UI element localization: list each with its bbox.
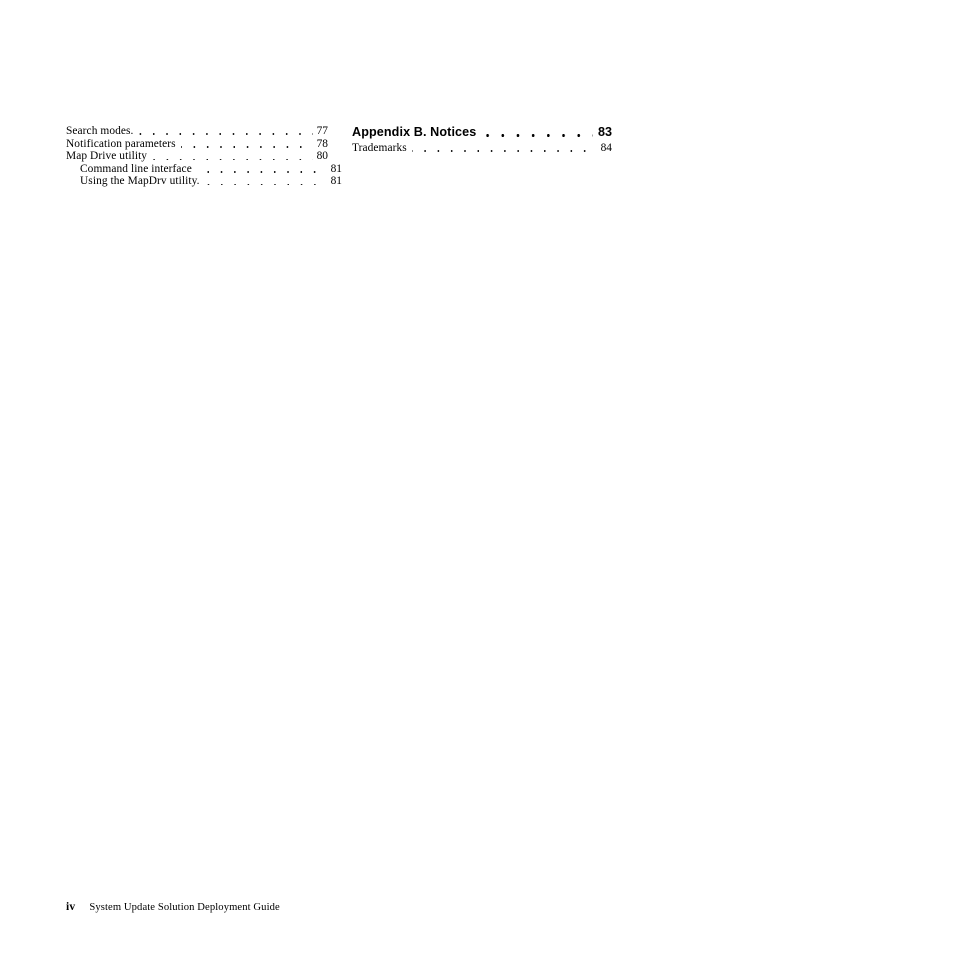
toc-entry[interactable]: Notification parameters 78 [66, 138, 328, 151]
page-footer: iv System Update Solution Deployment Gui… [66, 901, 280, 914]
dot-leader [152, 150, 313, 163]
dot-leader [138, 125, 313, 138]
toc-entry-title: Map Drive utility [66, 150, 148, 163]
toc-entry[interactable]: Map Drive utility 80 [66, 150, 328, 163]
page-number-folio: iv [66, 901, 76, 913]
toc-entry-appendix-b[interactable]: Appendix B. Notices 83 [352, 125, 612, 140]
dot-leader [180, 138, 314, 151]
toc-entry-page: 77 [316, 125, 328, 137]
toc-entry-title: Notification parameters [66, 137, 176, 150]
toc-entry-title: Appendix B. Notices [352, 125, 477, 139]
toc-entry-page: 78 [316, 137, 328, 150]
toc-entry-title: Search modes. [66, 125, 134, 137]
dot-leader [481, 125, 593, 140]
toc-entry-page: 81 [330, 162, 342, 175]
dot-leader [204, 175, 328, 188]
toc-entry-trademarks[interactable]: Trademarks 84 [352, 142, 612, 155]
toc-entry-page: 81 [330, 175, 342, 188]
toc-left-column: Search modes. 77 Notification parameters… [66, 125, 342, 188]
toc-entry-title: Trademarks [352, 141, 407, 154]
footer-document-title: System Update Solution Deployment Guide [89, 902, 280, 913]
toc-entry-page: 80 [316, 150, 328, 163]
toc-right-column: Appendix B. Notices 83 Trademarks 84 [352, 125, 612, 154]
dot-leader [411, 142, 598, 155]
toc-entry[interactable]: Search modes. 77 [66, 125, 328, 138]
toc-entry-page: 84 [600, 141, 612, 154]
dot-leader [196, 163, 328, 176]
toc-entry[interactable]: Using the MapDrv utility. 81 [66, 175, 342, 188]
toc-entry-title: Command line interface [80, 162, 192, 175]
toc-entry-title: Using the MapDrv utility. [80, 175, 200, 188]
page: Search modes. 77 Notification parameters… [0, 0, 954, 954]
toc-entry-page: 83 [597, 125, 612, 139]
toc-entry[interactable]: Command line interface 81 [66, 163, 342, 176]
